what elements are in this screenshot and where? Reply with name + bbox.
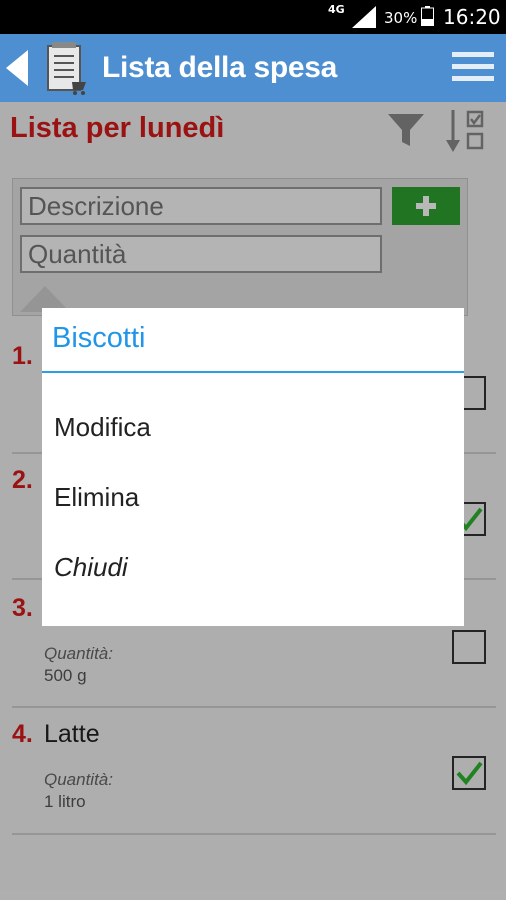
edit-option[interactable]: Modifica xyxy=(54,412,151,443)
context-dialog: Biscotti Modifica Elimina Chiudi xyxy=(42,308,464,626)
delete-option[interactable]: Elimina xyxy=(54,482,139,513)
app-title: Lista della spesa xyxy=(102,51,338,84)
clock: 16:20 xyxy=(443,5,501,29)
battery-percent: 30% xyxy=(384,9,418,27)
back-icon[interactable] xyxy=(6,50,28,86)
dialog-title: Biscotti xyxy=(52,322,146,354)
dialog-title-divider xyxy=(42,371,464,373)
battery-icon xyxy=(421,6,434,26)
close-option[interactable]: Chiudi xyxy=(54,552,128,583)
shopping-list-icon xyxy=(47,42,86,95)
menu-icon[interactable] xyxy=(452,50,494,84)
app-bar: Lista della spesa xyxy=(0,34,506,102)
network-type: 4G xyxy=(328,3,345,16)
status-bar: 4G 30% 16:20 xyxy=(0,0,506,34)
signal-icon xyxy=(352,6,376,28)
